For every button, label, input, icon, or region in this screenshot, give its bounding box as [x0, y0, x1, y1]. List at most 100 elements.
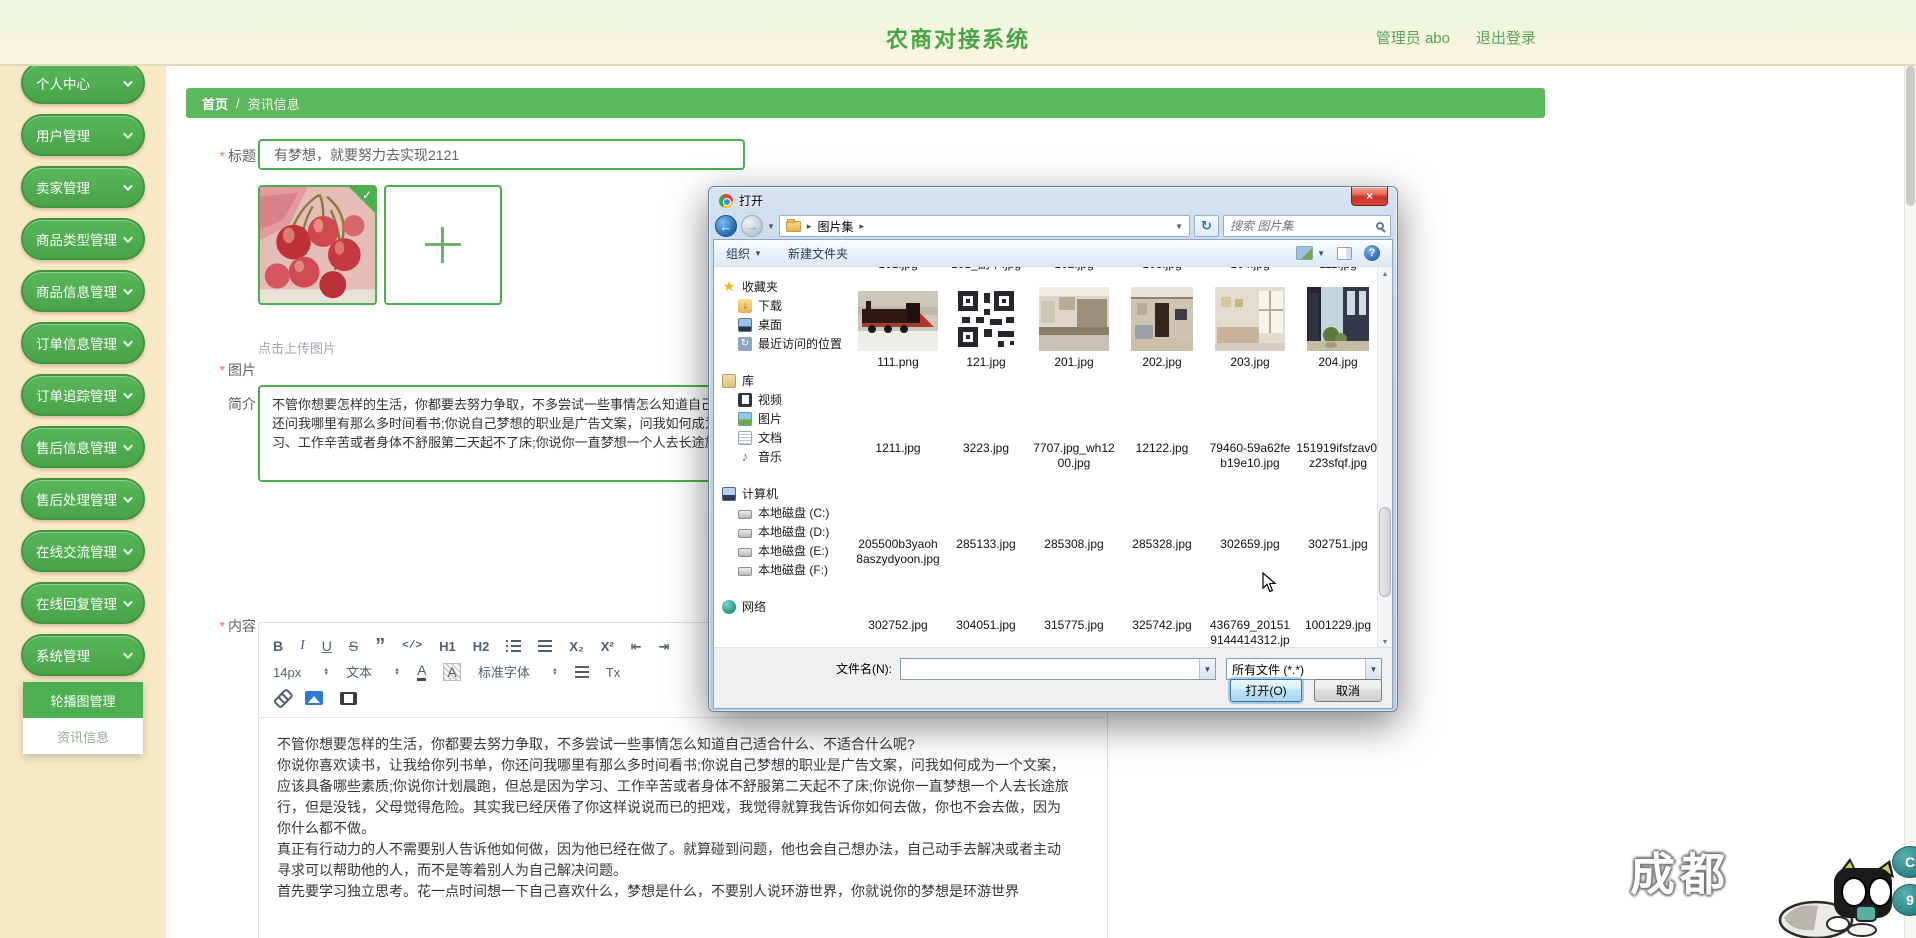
cancel-button[interactable]: 取消: [1314, 679, 1382, 702]
help-button[interactable]: ?: [1364, 245, 1380, 261]
nav-item-1[interactable]: ↓下载: [714, 296, 848, 315]
toolbar-heading-2-button[interactable]: H2: [473, 640, 490, 653]
new-folder-button[interactable]: 新建文件夹: [788, 245, 848, 262]
filename-dropdown-icon[interactable]: ▼: [1199, 659, 1215, 679]
toolbar-indent-button[interactable]: ⇥: [659, 640, 670, 653]
toolbar-unordered-list-button[interactable]: [538, 640, 552, 652]
sidebar-item-10[interactable]: 在线回复管理: [21, 582, 145, 624]
sidebar-item-7[interactable]: 售后信息管理: [21, 426, 145, 468]
nav-item-2[interactable]: 桌面: [714, 315, 848, 334]
filename-combobox[interactable]: ▼: [900, 658, 1216, 680]
nav-item-3[interactable]: ↻最近访问的位置: [714, 334, 848, 353]
sidebar-item-9[interactable]: 在线交流管理: [21, 530, 145, 572]
views-button[interactable]: ▼: [1296, 246, 1325, 260]
file-item[interactable]: 101_副本.jpg: [942, 267, 1030, 272]
file-item[interactable]: 302752.jpg: [854, 548, 942, 649]
toolbar-bold-button[interactable]: B: [273, 639, 283, 653]
toolbar-underline-button[interactable]: U: [322, 639, 332, 653]
nav-item-8[interactable]: 文档: [714, 428, 848, 447]
file-item[interactable]: 204.jpg: [1294, 285, 1377, 370]
file-list-scrollbar[interactable]: ▲ ▼: [1377, 267, 1392, 649]
file-item[interactable]: 101.jpg: [854, 267, 942, 272]
file-item[interactable]: 104.jpg: [1206, 267, 1294, 272]
toolbar-clear-format-button[interactable]: Tx: [606, 666, 620, 679]
filetype-combobox[interactable]: 所有文件 (*.*) ▼: [1226, 658, 1382, 680]
file-item[interactable]: 121.jpg: [942, 285, 1030, 370]
address-dropdown-icon[interactable]: ▼: [1175, 222, 1183, 231]
close-button[interactable]: ×: [1351, 187, 1388, 206]
toolbar-ordered-list-button[interactable]: [506, 640, 521, 652]
toolbar-heading-1-button[interactable]: H1: [439, 640, 456, 653]
nav-item-12[interactable]: 本地磁盘 (C:): [714, 503, 848, 522]
file-item[interactable]: 3223.jpg: [942, 371, 1030, 471]
file-item[interactable]: 1211.jpg: [854, 371, 942, 471]
toolbar-font-family-button[interactable]: 标准字体: [478, 666, 558, 679]
current-user[interactable]: 管理员 abo: [1376, 27, 1450, 48]
sidebar-item-3[interactable]: 商品类型管理: [21, 218, 145, 260]
logout-link[interactable]: 退出登录: [1476, 27, 1536, 48]
file-item[interactable]: 103.jpg: [1118, 267, 1206, 272]
toolbar-background-color-button[interactable]: A: [443, 663, 460, 681]
toolbar-subscript-button[interactable]: X₂: [569, 640, 583, 653]
toolbar-insert-video-button[interactable]: [340, 692, 357, 705]
nav-item-5[interactable]: 库: [714, 371, 848, 390]
nav-item-6[interactable]: 视频: [714, 390, 848, 409]
nav-item-17[interactable]: 网络: [714, 597, 848, 616]
sidebar-item-1[interactable]: 用户管理: [21, 114, 145, 156]
nav-item-13[interactable]: 本地磁盘 (D:): [714, 522, 848, 541]
address-crumb[interactable]: 图片集: [817, 218, 853, 235]
sidebar-item-11[interactable]: 系统管理: [21, 634, 145, 676]
file-item[interactable]: 111.png: [854, 285, 942, 370]
nav-item-14[interactable]: 本地磁盘 (E:): [714, 541, 848, 560]
nav-item-7[interactable]: 图片: [714, 409, 848, 428]
nav-item-9[interactable]: ♪音乐: [714, 447, 848, 466]
file-item[interactable]: 1001229.jpg: [1294, 548, 1377, 649]
file-item[interactable]: 201.jpg: [1030, 285, 1118, 370]
page-scrollbar[interactable]: [1904, 66, 1916, 938]
sidebar-item-0[interactable]: 个人中心: [21, 66, 145, 104]
history-dropdown-icon[interactable]: ▼: [767, 222, 775, 231]
toolbar-code-button[interactable]: </>: [402, 641, 422, 652]
page-scrollbar-thumb[interactable]: [1906, 66, 1915, 206]
toolbar-italic-button[interactable]: I: [300, 639, 305, 653]
file-item[interactable]: 151919ifsfzav0lz23sfqf.jpg: [1294, 371, 1377, 471]
back-button[interactable]: ←: [715, 215, 737, 237]
file-item[interactable]: 202.jpg: [1118, 285, 1206, 370]
toolbar-superscript-button[interactable]: X²: [601, 640, 614, 653]
toolbar-font-size-button[interactable]: 14px: [273, 666, 329, 679]
search-input[interactable]: [1230, 219, 1360, 233]
organize-menu[interactable]: 组织▼: [726, 245, 762, 262]
toolbar-insert-image-button[interactable]: [305, 691, 323, 705]
toolbar-paragraph-type-button[interactable]: 文本: [346, 666, 400, 679]
breadcrumb-home[interactable]: 首页: [202, 94, 228, 113]
open-button[interactable]: 打开(O): [1230, 679, 1302, 702]
sidebar-item-2[interactable]: 卖家管理: [21, 166, 145, 208]
address-breadcrumb[interactable]: ▸ 图片集 ▸ ▼: [779, 215, 1190, 237]
submenu-item-1[interactable]: 资讯信息: [23, 718, 143, 754]
filetype-dropdown-icon[interactable]: ▼: [1365, 659, 1381, 679]
toolbar-blockquote-button[interactable]: ”: [375, 636, 385, 656]
toolbar-strikethrough-button[interactable]: S: [349, 639, 358, 653]
file-item[interactable]: 304051.jpg: [942, 548, 1030, 649]
sidebar-item-4[interactable]: 商品信息管理: [21, 270, 145, 312]
scroll-up-icon[interactable]: ▲: [1378, 267, 1392, 281]
editor-content[interactable]: 不管你想要怎样的生活，你都要去努力争取，不多尝试一些事情怎么知道自己适合什么、不…: [259, 718, 1089, 918]
file-item[interactable]: 102.jpg: [1030, 267, 1118, 272]
sidebar-item-8[interactable]: 售后处理管理: [21, 478, 145, 520]
file-item[interactable]: 436769_201519144414312.jpg: [1206, 548, 1294, 649]
nav-item-11[interactable]: 计算机: [714, 484, 848, 503]
toolbar-font-color-button[interactable]: A: [417, 663, 426, 681]
nav-item-0[interactable]: ★收藏夹: [714, 277, 848, 296]
uploaded-image-cherries[interactable]: ✓: [258, 185, 377, 305]
preview-pane-button[interactable]: [1337, 247, 1352, 260]
refresh-button[interactable]: ↻: [1194, 215, 1219, 237]
file-list-scrollbar-thumb[interactable]: [1379, 507, 1391, 597]
filetype-value[interactable]: 所有文件 (*.*): [1227, 661, 1365, 678]
search-box[interactable]: [1223, 215, 1391, 237]
toolbar-outdent-button[interactable]: ⇤: [631, 640, 642, 653]
sidebar-item-6[interactable]: 订单追踪管理: [21, 374, 145, 416]
file-item[interactable]: 12122.jpg: [1118, 371, 1206, 471]
upload-image-button[interactable]: [384, 185, 502, 305]
title-input[interactable]: [258, 139, 745, 170]
nav-item-15[interactable]: 本地磁盘 (F:): [714, 560, 848, 579]
